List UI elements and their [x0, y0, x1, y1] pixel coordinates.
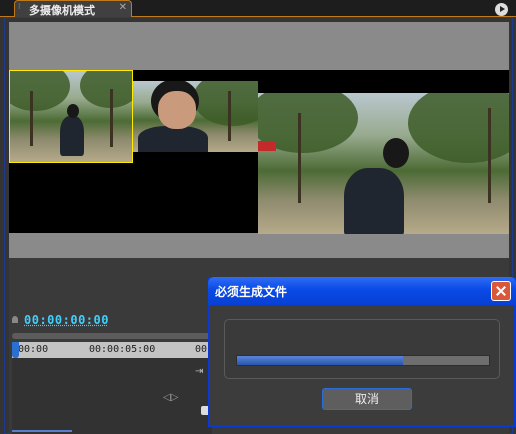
close-icon[interactable]: ✕: [119, 2, 127, 13]
render-progress-fill: [237, 356, 404, 365]
camera-2-thumbnail[interactable]: [133, 81, 258, 152]
camera-1-scene: [10, 71, 132, 162]
rewind-icon[interactable]: ◁▷: [163, 392, 178, 403]
dialog-titlebar: 必须生成文件: [208, 277, 516, 305]
bottom-scroll-indicator: [12, 430, 72, 432]
preview-canvas: [9, 70, 509, 234]
camera-3-program[interactable]: [258, 93, 509, 234]
ruler-next-label: 00: [195, 344, 208, 355]
panel-titlebar: ⁝ 多摄像机模式 ✕: [0, 0, 516, 17]
control-area: [12, 358, 212, 434]
cancel-button[interactable]: 取消: [322, 388, 412, 410]
marker-icon: [12, 316, 18, 323]
camera-1-thumbnail[interactable]: [9, 70, 133, 163]
playhead-handle[interactable]: [12, 342, 19, 358]
multicam-preview: [9, 22, 509, 258]
dialog-title: 必须生成文件: [215, 285, 288, 299]
render-progress-bar: [236, 355, 490, 366]
camera-2-scene: [133, 81, 258, 152]
time-ruler[interactable]: 00:00 00:00:05:00 00: [12, 342, 212, 358]
camera-3-scene: [258, 93, 509, 234]
render-required-dialog: 必须生成文件 取消: [208, 277, 516, 427]
app-frame: ⁝ 多摄像机模式 ✕ 00:00:00:00 00:00 00:00:05:00…: [0, 0, 516, 434]
ruler-start-label: 00:00: [18, 344, 49, 355]
zoom-scrollbar[interactable]: [12, 333, 212, 339]
current-timecode[interactable]: 00:00:00:00: [24, 313, 109, 327]
tab-label: 多摄像机模式: [29, 4, 95, 17]
ruler-mid-label: 00:00:05:00: [89, 344, 156, 355]
step-frame-icon[interactable]: ⇥: [195, 366, 203, 377]
grip-icon[interactable]: ⁝: [18, 3, 22, 14]
panel-menu-icon[interactable]: [495, 3, 508, 16]
dialog-progress-group: [224, 319, 500, 379]
tab-multicam-mode[interactable]: ⁝ 多摄像机模式 ✕: [14, 0, 132, 17]
close-icon[interactable]: [491, 281, 511, 301]
